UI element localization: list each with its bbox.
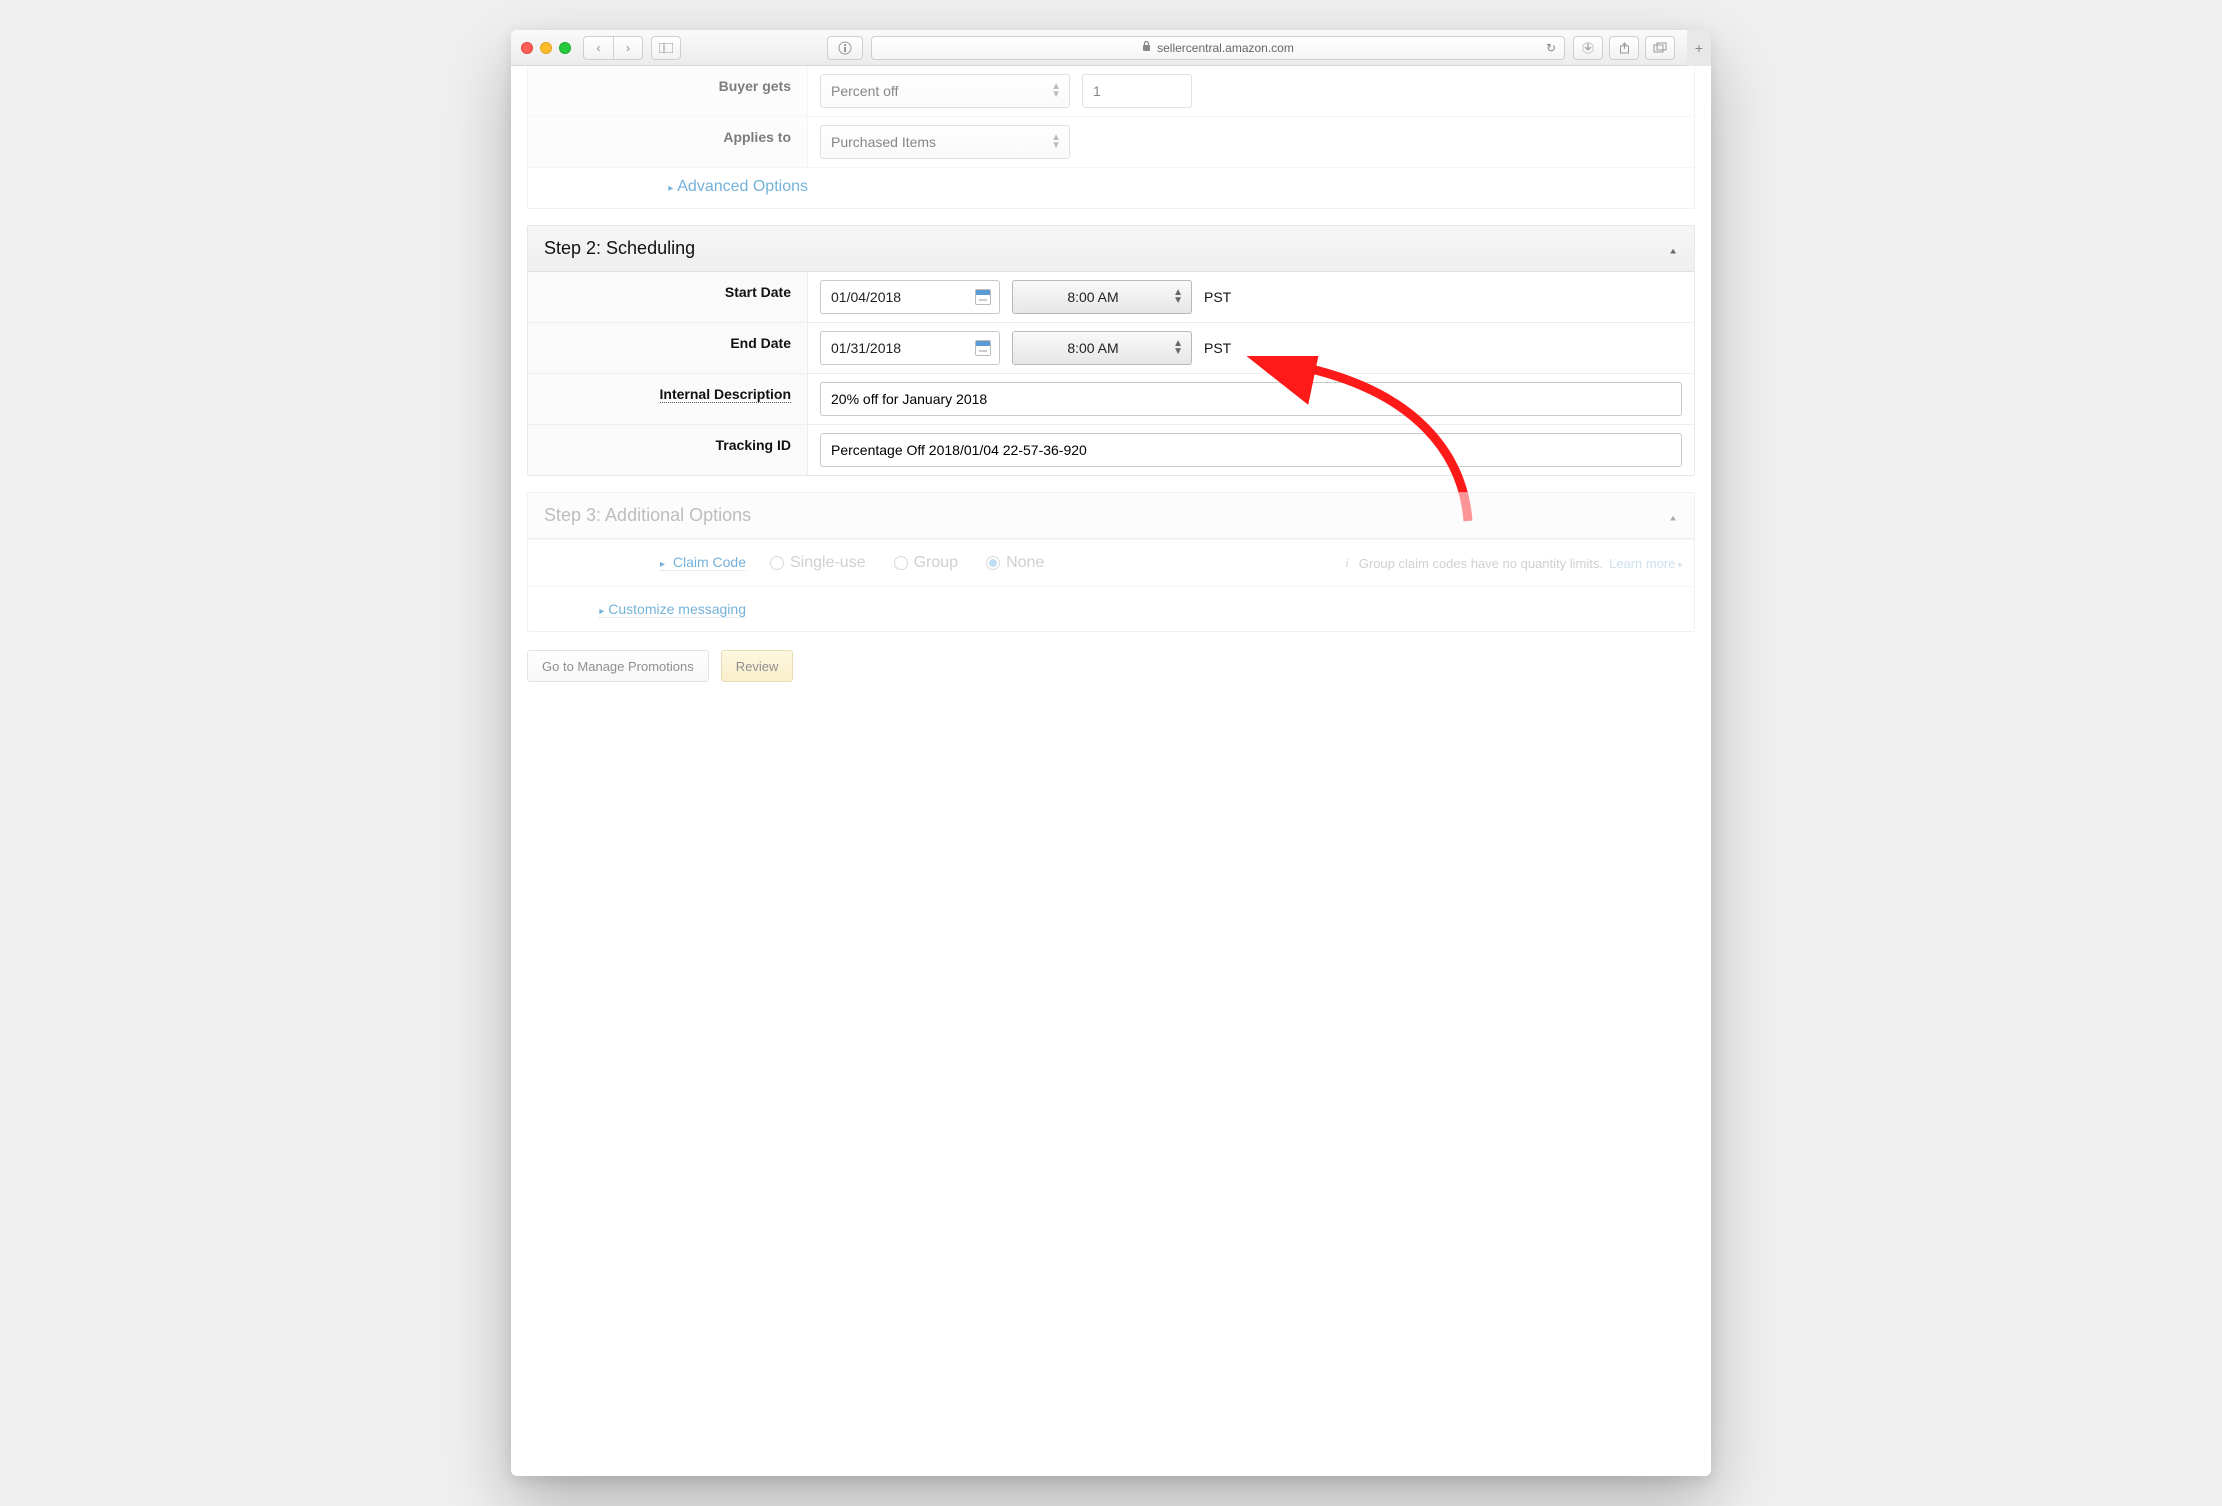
internal-description-input[interactable] xyxy=(820,382,1682,416)
claim-code-toggle[interactable]: Claim Code xyxy=(660,554,746,571)
start-time-select[interactable]: 8:00 AM ▲▼ xyxy=(1012,280,1192,314)
learn-more-link[interactable]: Learn more xyxy=(1609,556,1682,571)
back-button[interactable]: ‹ xyxy=(583,36,613,60)
step2-panel: Step 2: Scheduling Start Date 01/04/2018… xyxy=(527,225,1695,476)
manage-promotions-button[interactable]: Go to Manage Promotions xyxy=(527,650,709,682)
address-bar[interactable]: sellercentral.amazon.com ↻ xyxy=(871,36,1565,60)
tracking-id-label: Tracking ID xyxy=(528,425,808,475)
step3-panel: Step 3: Additional Options Claim Code Si… xyxy=(527,492,1695,632)
browser-window: ‹ › sellercentral.amazon.com ↻ xyxy=(511,30,1711,1476)
start-timezone-label: PST xyxy=(1204,289,1231,305)
customize-messaging-toggle[interactable]: Customize messaging xyxy=(599,601,746,618)
url-text: sellercentral.amazon.com xyxy=(1157,41,1294,55)
nav-buttons: ‹ › xyxy=(583,36,643,60)
applies-to-select[interactable]: Purchased Items ▲▼ xyxy=(820,125,1070,159)
chevron-updown-icon: ▲▼ xyxy=(1051,134,1061,150)
reader-button[interactable] xyxy=(827,36,863,60)
calendar-icon xyxy=(975,340,991,356)
lock-icon xyxy=(1142,41,1151,55)
collapse-icon xyxy=(1668,505,1678,526)
tabs-button[interactable] xyxy=(1645,36,1675,60)
info-icon: i xyxy=(1345,555,1349,571)
buyer-gets-value-input[interactable] xyxy=(1082,74,1192,108)
chevron-updown-icon: ▲▼ xyxy=(1173,289,1183,305)
end-date-input[interactable]: 01/31/2018 xyxy=(820,331,1000,365)
downloads-button[interactable] xyxy=(1573,36,1603,60)
forward-button[interactable]: › xyxy=(613,36,643,60)
buyer-gets-label: Buyer gets xyxy=(528,66,808,116)
browser-toolbar: ‹ › sellercentral.amazon.com ↻ xyxy=(511,30,1711,66)
footer-buttons: Go to Manage Promotions Review xyxy=(527,650,1695,682)
radio-none[interactable]: None xyxy=(986,554,1044,572)
end-time-select[interactable]: 8:00 AM ▲▼ xyxy=(1012,331,1192,365)
minimize-window-button[interactable] xyxy=(540,42,552,54)
window-controls xyxy=(521,42,571,54)
calendar-icon xyxy=(975,289,991,305)
start-date-input[interactable]: 01/04/2018 xyxy=(820,280,1000,314)
buyer-gets-select[interactable]: Percent off ▲▼ xyxy=(820,74,1070,108)
radio-single-use[interactable]: Single-use xyxy=(770,554,866,572)
sidebar-button[interactable] xyxy=(651,36,681,60)
internal-description-label: Internal Description xyxy=(528,374,808,424)
step3-header[interactable]: Step 3: Additional Options xyxy=(528,493,1694,539)
end-date-label: End Date xyxy=(528,323,808,373)
collapse-icon xyxy=(1668,238,1678,259)
step1-panel-partial: Buyer gets Percent off ▲▼ Applies to Pur… xyxy=(527,66,1695,209)
new-tab-button[interactable]: + xyxy=(1687,30,1711,66)
claim-code-info: i Group claim codes have no quantity lim… xyxy=(1345,555,1682,571)
share-button[interactable] xyxy=(1609,36,1639,60)
step2-header[interactable]: Step 2: Scheduling xyxy=(528,226,1694,272)
page-content: Buyer gets Percent off ▲▼ Applies to Pur… xyxy=(511,66,1711,698)
chevron-updown-icon: ▲▼ xyxy=(1173,340,1183,356)
start-date-label: Start Date xyxy=(528,272,808,322)
review-button[interactable]: Review xyxy=(721,650,794,682)
radio-group[interactable]: Group xyxy=(894,554,958,572)
advanced-options-toggle[interactable]: Advanced Options xyxy=(668,178,808,195)
reload-button[interactable]: ↻ xyxy=(1546,41,1556,55)
close-window-button[interactable] xyxy=(521,42,533,54)
tracking-id-input[interactable] xyxy=(820,433,1682,467)
end-timezone-label: PST xyxy=(1204,340,1231,356)
chevron-updown-icon: ▲▼ xyxy=(1051,83,1061,99)
applies-to-label: Applies to xyxy=(528,117,808,167)
fullscreen-window-button[interactable] xyxy=(559,42,571,54)
